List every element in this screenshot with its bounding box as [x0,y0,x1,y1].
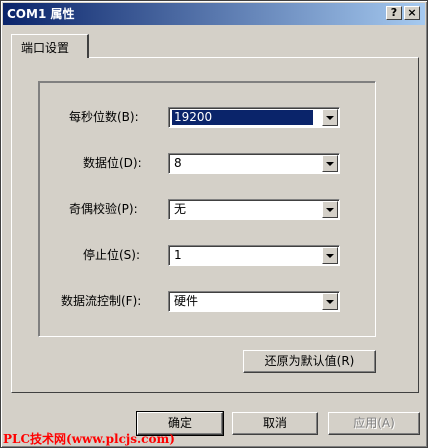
data-bits-label: 数据位(D): [83,156,142,170]
data-bits-select[interactable]: 8 [168,153,340,174]
chevron-down-icon[interactable] [322,247,338,264]
stop-bits-label: 停止位(S): [83,248,141,262]
flow-control-value: 硬件 [174,294,199,308]
flow-control-label: 数据流控制(F): [61,294,142,308]
dialog-window: COM1 属性 ? × 端口设置 每秒位数(B): 19200 数据位(D): … [0,0,428,448]
parity-value: 无 [174,202,187,216]
bits-per-second-value: 19200 [172,110,313,125]
tab-label: 端口设置 [21,41,70,55]
cancel-button[interactable]: 取消 [232,412,318,435]
help-button[interactable]: ? [386,6,402,20]
restore-defaults-button[interactable]: 还原为默认值(R) [243,350,376,373]
close-button[interactable]: × [404,6,420,20]
window-title: COM1 属性 [7,7,75,21]
stop-bits-value: 1 [174,248,182,262]
apply-button[interactable]: 应用(A) [328,412,420,435]
bits-per-second-select[interactable]: 19200 [168,107,340,128]
bits-per-second-label: 每秒位数(B): [69,110,139,124]
flow-control-select[interactable]: 硬件 [168,291,340,312]
tab-port-settings[interactable]: 端口设置 [11,34,89,58]
chevron-down-icon[interactable] [322,201,338,218]
data-bits-value: 8 [174,156,182,170]
title-bar[interactable]: COM1 属性 ? × [3,3,425,25]
watermark-text: PLC技术网(www.plcjs.com) [3,432,175,446]
parity-label: 奇偶校验(P): [69,202,138,216]
parity-select[interactable]: 无 [168,199,340,220]
chevron-down-icon[interactable] [322,155,338,172]
stop-bits-select[interactable]: 1 [168,245,340,266]
chevron-down-icon[interactable] [322,109,338,126]
chevron-down-icon[interactable] [322,293,338,310]
